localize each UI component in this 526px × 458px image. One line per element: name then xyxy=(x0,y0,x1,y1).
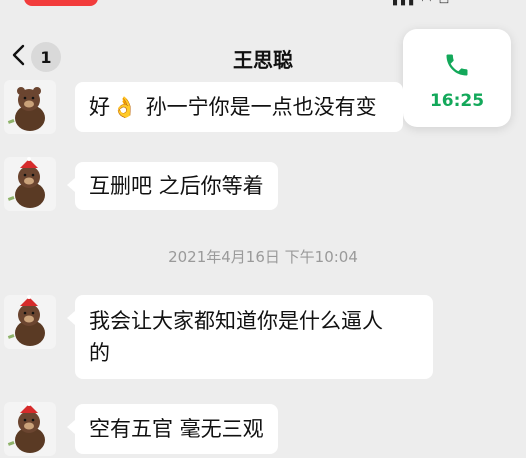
avatar[interactable] xyxy=(4,157,56,211)
message-bubble[interactable]: 空有五官 毫无三观 xyxy=(67,404,278,454)
call-floating-window[interactable]: 16:25 xyxy=(403,29,511,127)
bear-avatar-icon xyxy=(4,80,56,134)
bear-avatar-icon xyxy=(4,402,56,456)
recording-pill xyxy=(24,0,98,6)
message-timestamp: 2021年4月16日 下午10:04 xyxy=(168,248,358,266)
avatar[interactable] xyxy=(4,295,56,349)
phone-icon xyxy=(446,54,468,76)
ok-hand-emoji-icon: 👌 xyxy=(112,95,137,119)
message-text: 好 xyxy=(89,95,110,119)
message-text: 孙一宁你是一点也没有变 xyxy=(138,95,377,119)
avatar[interactable] xyxy=(4,402,56,456)
message-text: 我会让大家都知道你是什么逼人 xyxy=(89,309,383,333)
bear-avatar-icon xyxy=(4,157,56,211)
bear-avatar-icon xyxy=(4,295,56,349)
message-text: 互删吧 之后你等着 xyxy=(89,174,264,198)
status-bar: ▮▮▮ ◠ ▭ xyxy=(0,0,526,14)
message-bubble[interactable]: 我会让大家都知道你是什么逼人 的 xyxy=(67,295,433,379)
call-duration: 16:25 xyxy=(429,91,485,111)
message-bubble[interactable]: 好 👌 孙一宁你是一点也没有变 xyxy=(75,82,403,132)
message-bubble[interactable]: 互删吧 之后你等着 xyxy=(67,162,278,210)
message-text: 空有五官 毫无三观 xyxy=(89,417,264,441)
avatar[interactable] xyxy=(4,80,56,134)
message-text: 的 xyxy=(89,341,110,365)
signal-icon: ▮▮▮ ◠ ▭ xyxy=(392,0,452,7)
